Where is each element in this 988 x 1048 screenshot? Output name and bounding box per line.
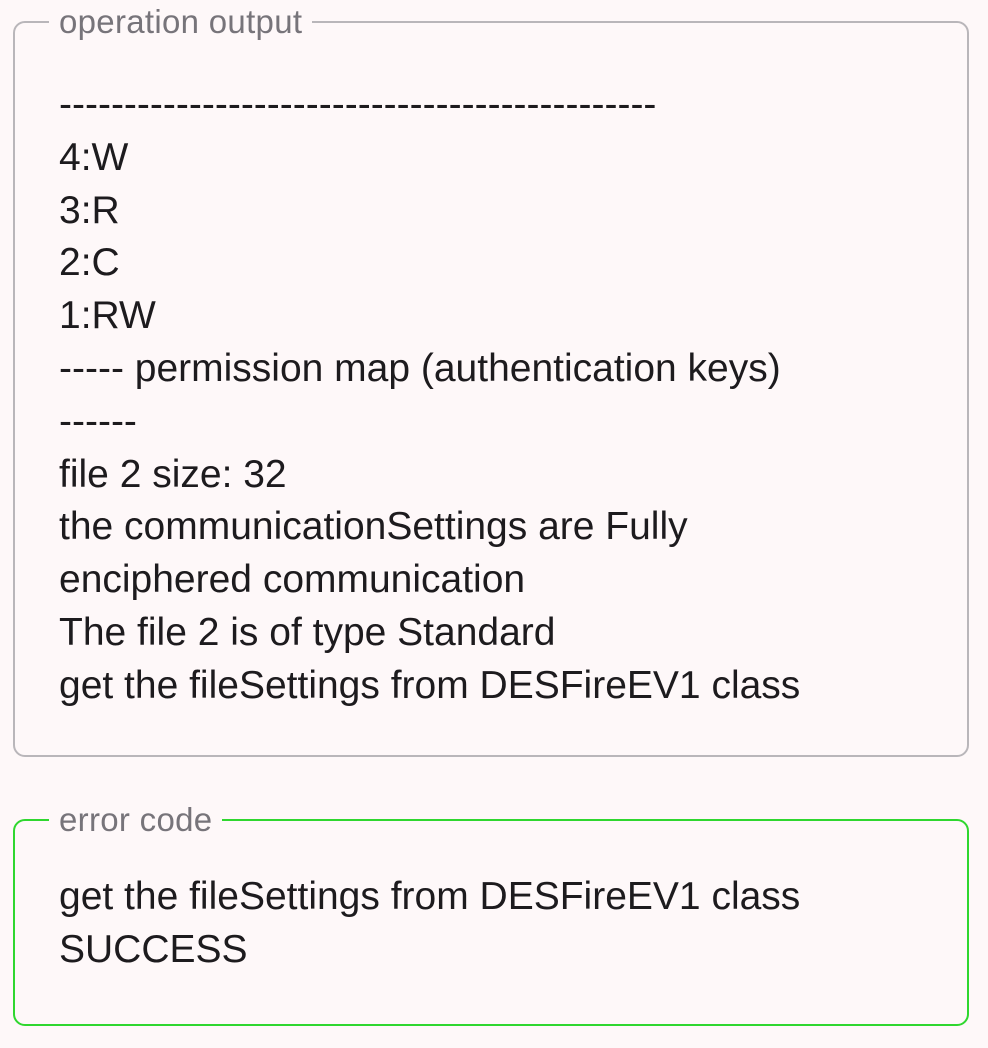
operation-output-label: operation output bbox=[49, 3, 313, 41]
output-line: the communicationSettings are Fully bbox=[59, 505, 688, 549]
output-line: 4:W bbox=[59, 135, 129, 179]
output-line: 1:RW bbox=[59, 294, 156, 338]
output-line: 2:C bbox=[59, 241, 120, 285]
operation-output-text: ----------------------------------------… bbox=[59, 79, 800, 713]
error-code-field[interactable]: error code get the fileSettings from DES… bbox=[13, 801, 969, 1026]
output-line: file 2 size: 32 bbox=[59, 452, 287, 496]
error-line: get the fileSettings from DESFireEV1 cla… bbox=[59, 875, 801, 918]
error-line: SUCCESS bbox=[59, 927, 248, 971]
output-line: ----------------------------------------… bbox=[59, 83, 657, 126]
error-code-text: get the fileSettings from DESFireEV1 cla… bbox=[59, 871, 800, 977]
output-line: 3:R bbox=[59, 188, 120, 232]
output-line: get the fileSettings from DESFireEV1 cla… bbox=[59, 663, 801, 707]
error-code-label: error code bbox=[49, 801, 223, 839]
output-line: ------ bbox=[59, 399, 137, 443]
output-line: ----- permission map (authentication key… bbox=[59, 346, 781, 390]
operation-output-field[interactable]: operation output -----------------------… bbox=[13, 3, 969, 757]
output-line: enciphered communication bbox=[59, 558, 526, 602]
output-line: The file 2 is of type Standard bbox=[59, 610, 556, 654]
